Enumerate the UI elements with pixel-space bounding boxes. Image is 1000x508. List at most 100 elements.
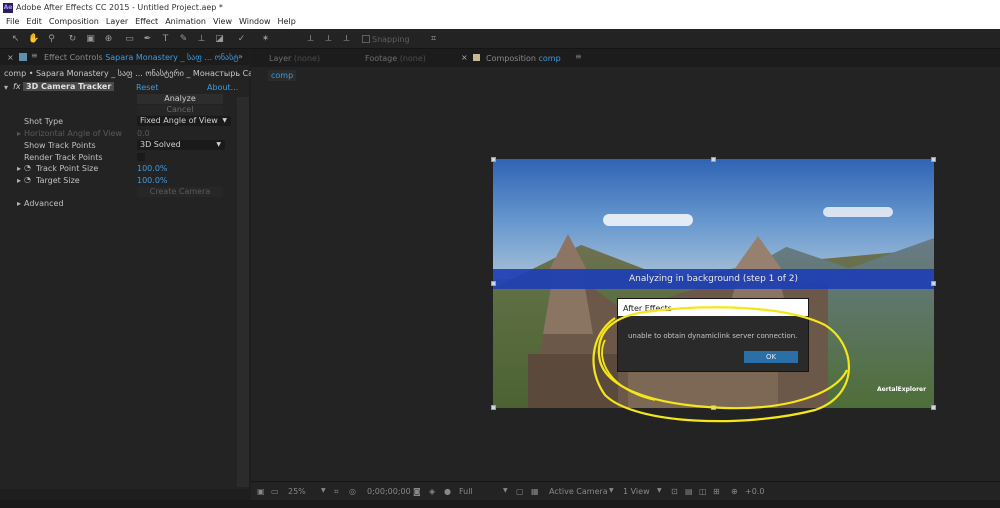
chevron-down-icon[interactable]: ▼ (503, 487, 508, 494)
transform-handle[interactable] (931, 157, 936, 162)
type-tool-icon[interactable]: T (160, 34, 171, 44)
analyze-button[interactable]: Analyze (137, 94, 223, 104)
transform-handle[interactable] (711, 405, 716, 410)
expand-triangle-icon[interactable]: ▸ (17, 176, 21, 185)
target-size-value[interactable]: 100.0% (137, 176, 168, 185)
comp-sub-tab[interactable]: comp (268, 70, 297, 81)
camera-tool-icon[interactable]: ▣ (85, 34, 96, 44)
timeline-icon[interactable]: ◫ (699, 487, 707, 496)
pan-behind-tool-icon[interactable]: ⊕ (103, 34, 114, 44)
about-link[interactable]: About... (207, 83, 238, 92)
menu-effect[interactable]: Effect (133, 16, 163, 29)
clone-stamp-tool-icon[interactable]: ⊥ (196, 34, 207, 44)
roto-brush-tool-icon[interactable]: ✓ (236, 34, 247, 44)
tab-footage-value: (none) (399, 54, 426, 63)
target-size-label: Target Size (36, 176, 80, 185)
channel-icon[interactable]: ● (444, 487, 451, 496)
track-point-size-value[interactable]: 100.0% (137, 164, 168, 173)
stopwatch-icon[interactable]: ◔ (24, 163, 31, 172)
region-icon[interactable]: ▭ (271, 487, 279, 496)
eraser-tool-icon[interactable]: ◪ (214, 34, 225, 44)
menu-composition[interactable]: Composition (47, 16, 104, 29)
exposure-reset-icon[interactable]: ⊕ (731, 487, 738, 496)
view-layout[interactable]: 1 View (623, 487, 650, 496)
show-track-points-dropdown[interactable]: 3D Solved ▼ (137, 140, 225, 150)
show-snapshot-icon[interactable]: ◈ (429, 487, 435, 496)
hand-tool-icon[interactable]: ✋ (28, 34, 39, 44)
left-panel-scrollbar[interactable] (237, 97, 249, 487)
fx-icon[interactable]: fx (13, 82, 21, 91)
region-of-interest-icon[interactable]: ▢ (516, 487, 524, 496)
mask-icon[interactable]: ◎ (349, 487, 356, 496)
brush-tool-icon[interactable]: ✎ (178, 34, 189, 44)
stopwatch-icon[interactable]: ◔ (24, 175, 31, 184)
puppet-pin-tool-icon[interactable]: ✶ (260, 34, 271, 44)
tab-layer[interactable]: Layer (none) (269, 54, 320, 63)
reset-link[interactable]: Reset (136, 83, 158, 92)
expand-triangle-icon[interactable]: ▸ (17, 164, 21, 173)
ok-button[interactable]: OK (744, 351, 798, 363)
flowchart-icon[interactable]: ⊞ (713, 487, 720, 496)
transform-handle[interactable] (491, 157, 496, 162)
snapping-checkbox[interactable] (362, 35, 370, 43)
panel-menu-icon[interactable]: ≡ (31, 51, 38, 60)
chevron-down-icon[interactable]: ▼ (657, 487, 662, 494)
menu-edit[interactable]: Edit (24, 16, 47, 29)
menu-animation[interactable]: Animation (163, 16, 211, 29)
dialog-title: After Effects (618, 299, 808, 316)
camera-view[interactable]: Active Camera (549, 487, 608, 496)
transform-handle[interactable] (931, 405, 936, 410)
render-track-points-checkbox[interactable] (137, 153, 145, 161)
create-camera-button[interactable]: Create Camera (137, 187, 223, 197)
rectangle-tool-icon[interactable]: ▭ (124, 34, 135, 44)
transparency-grid-icon[interactable]: ▦ (531, 487, 539, 496)
view-axis-icon[interactable]: ⟂ (341, 34, 352, 44)
collapse-triangle-icon[interactable]: ▾ (4, 83, 8, 92)
tab-composition-label: Composition (486, 54, 536, 63)
exposure-value[interactable]: +0.0 (745, 487, 764, 496)
transform-handle[interactable] (491, 281, 496, 286)
always-preview-icon[interactable]: ▣ (257, 487, 265, 496)
chevron-down-icon[interactable]: ▼ (609, 487, 614, 494)
pen-tool-icon[interactable]: ✒ (142, 34, 153, 44)
fast-preview-icon[interactable]: ▤ (685, 487, 693, 496)
effect-name[interactable]: 3D Camera Tracker (23, 82, 115, 91)
shot-type-dropdown[interactable]: Fixed Angle of View ▼ (137, 116, 231, 126)
menu-help[interactable]: Help (276, 16, 301, 29)
transform-handle[interactable] (711, 157, 716, 162)
menu-file[interactable]: File (4, 16, 24, 29)
menu-view[interactable]: View (211, 16, 237, 29)
close-tab-icon[interactable]: × (461, 53, 468, 62)
app-logo-icon: Ae (3, 3, 13, 13)
chevron-down-icon: ▼ (216, 141, 221, 148)
panel-menu-icon[interactable]: ≡ (575, 52, 582, 61)
menu-layer[interactable]: Layer (104, 16, 133, 29)
local-axis-icon[interactable]: ⟂ (305, 34, 316, 44)
tab-effect-controls[interactable]: Effect Controls Sapara Monastery _ საფ .… (44, 53, 239, 62)
zoom-level[interactable]: 25% (288, 487, 306, 496)
transform-handle[interactable] (491, 405, 496, 410)
selection-tool-icon[interactable]: ↖ (10, 34, 21, 44)
resolution[interactable]: Full (459, 487, 473, 496)
rotate-tool-icon[interactable]: ↻ (67, 34, 78, 44)
cancel-button[interactable]: Cancel (137, 105, 223, 115)
panel-overflow-icon[interactable]: » (238, 52, 243, 61)
tab-footage[interactable]: Footage (none) (365, 54, 426, 63)
tab-composition[interactable]: Composition comp (486, 54, 561, 63)
world-axis-icon[interactable]: ⟂ (323, 34, 334, 44)
horizontal-angle-value[interactable]: 0.0 (137, 129, 150, 138)
close-panel-icon[interactable]: × (7, 53, 14, 62)
grid-icon[interactable]: ⌗ (334, 487, 339, 497)
chevron-down-icon[interactable]: ▼ (321, 487, 326, 494)
expand-triangle-icon[interactable]: ▸ (17, 129, 21, 138)
snapshot-icon[interactable]: ◙ (413, 487, 421, 496)
toggle-pixel-icon[interactable]: ⊡ (671, 487, 678, 496)
zoom-tool-icon[interactable]: ⚲ (46, 34, 57, 44)
title-bar: Ae Adobe After Effects CC 2015 - Untitle… (0, 0, 1000, 16)
advanced-label[interactable]: Advanced (24, 199, 64, 208)
expand-triangle-icon[interactable]: ▸ (17, 199, 21, 208)
snap-options-icon[interactable]: ⌗ (428, 34, 439, 44)
transform-handle[interactable] (931, 281, 936, 286)
menu-window[interactable]: Window (237, 16, 276, 29)
timecode[interactable]: 0;00;00;00 (367, 487, 411, 496)
